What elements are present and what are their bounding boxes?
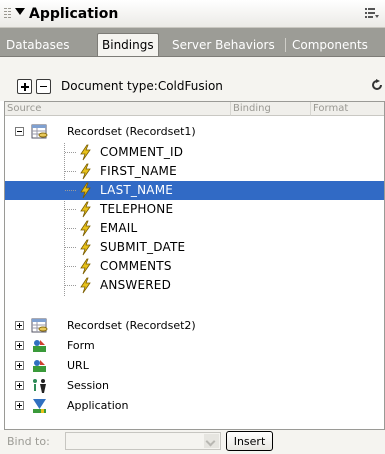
field-label: FIRST_NAME	[100, 164, 177, 178]
tree-node-recordset1[interactable]: Recordset (Recordset1)	[5, 122, 384, 141]
tree-connector-h	[65, 285, 77, 286]
session-icon	[33, 379, 46, 393]
bindings-toolbar: Document type:ColdFusion	[0, 57, 385, 101]
column-header-format[interactable]: Format	[311, 102, 384, 116]
tab-bindings[interactable]: Bindings	[97, 33, 159, 56]
tree-node-url[interactable]: URL	[5, 356, 384, 375]
lightning-field-icon	[80, 182, 91, 199]
tree-field-row[interactable]: SUBMIT_DATE	[5, 238, 384, 257]
bind-to-label: Bind to:	[7, 435, 50, 448]
application-icon	[33, 399, 46, 413]
refresh-icon[interactable]	[371, 79, 383, 91]
expand-toggle[interactable]	[15, 341, 24, 350]
tree-node-recordset2[interactable]: Recordset (Recordset2)	[5, 316, 384, 335]
remove-binding-button[interactable]	[36, 79, 51, 94]
tree-connector-h	[65, 209, 77, 210]
add-binding-button[interactable]	[17, 79, 32, 94]
panel-grip-icon-2[interactable]	[8, 8, 11, 20]
application-label: Application	[67, 399, 129, 412]
lightning-field-icon	[80, 239, 91, 256]
column-header-binding[interactable]: Binding	[231, 102, 311, 116]
tree-field-row[interactable]: TELEPHONE	[5, 200, 384, 219]
field-label: LAST_NAME	[100, 183, 174, 197]
tree-field-row[interactable]: COMMENT_ID	[5, 143, 384, 162]
session-label: Session	[67, 379, 109, 392]
lightning-field-icon	[80, 277, 91, 294]
url-label: URL	[67, 359, 89, 372]
form-icon	[33, 340, 46, 352]
tree-connector-h	[65, 171, 77, 172]
column-header-source[interactable]: Source	[5, 102, 231, 116]
tree-connector-h	[65, 266, 77, 267]
bind-to-select[interactable]	[65, 432, 221, 450]
panel-title: Application	[29, 6, 119, 22]
document-type-label: Document type:ColdFusion	[61, 79, 223, 93]
form-label: Form	[67, 339, 95, 352]
tree-field-row-selected[interactable]: LAST_NAME	[5, 181, 384, 200]
recordset1-label: Recordset (Recordset1)	[67, 125, 196, 138]
tree-field-row[interactable]: FIRST_NAME	[5, 162, 384, 181]
field-label: ANSWERED	[100, 278, 172, 292]
insert-button[interactable]: Insert	[226, 431, 273, 451]
recordset-icon	[31, 124, 48, 139]
tree-connector-h	[65, 247, 77, 248]
lightning-field-icon	[80, 144, 91, 161]
field-label: EMAIL	[100, 221, 138, 235]
expand-toggle[interactable]	[15, 321, 24, 330]
expand-toggle[interactable]	[15, 381, 24, 390]
lightning-field-icon	[80, 258, 91, 275]
options-menu-icon[interactable]	[365, 7, 379, 19]
field-label: COMMENT_ID	[100, 145, 184, 159]
tree-node-session[interactable]: Session	[5, 376, 384, 395]
tab-components[interactable]: Components	[288, 34, 372, 56]
recordset-icon	[31, 318, 48, 333]
tree-field-row[interactable]: COMMENTS	[5, 257, 384, 276]
lightning-field-icon	[80, 220, 91, 237]
chevron-down-icon[interactable]	[204, 434, 219, 448]
recordset2-label: Recordset (Recordset2)	[67, 319, 196, 332]
tree-connector-h	[65, 190, 77, 191]
collapse-toggle[interactable]	[15, 127, 24, 136]
lightning-field-icon	[80, 163, 91, 180]
field-label: SUBMIT_DATE	[100, 240, 186, 254]
field-label: COMMENTS	[100, 259, 172, 273]
url-icon	[33, 360, 46, 372]
tree-connector-h	[65, 228, 77, 229]
tab-bar: Databases Bindings Server Behaviors Comp…	[0, 28, 385, 57]
tree-connector-h	[65, 152, 77, 153]
tree-field-row[interactable]: EMAIL	[5, 219, 384, 238]
panel-title-bar[interactable]: Application	[0, 0, 385, 28]
tab-separator	[285, 38, 286, 52]
bind-to-bar: Bind to: Insert	[0, 430, 385, 454]
field-label: TELEPHONE	[100, 202, 174, 216]
tree-node-form[interactable]: Form	[5, 336, 384, 355]
tab-databases[interactable]: Databases	[2, 34, 74, 56]
tree-node-application[interactable]: Application	[5, 396, 384, 415]
expand-toggle[interactable]	[15, 401, 24, 410]
collapse-arrow-icon[interactable]	[15, 8, 25, 15]
tab-server-behaviors[interactable]: Server Behaviors	[168, 34, 279, 56]
bindings-tree[interactable]: Source Binding Format Recordset (Records…	[4, 101, 385, 430]
lightning-field-icon	[80, 201, 91, 218]
tree-field-row[interactable]: ANSWERED	[5, 276, 384, 295]
panel-grip-icon[interactable]	[4, 8, 7, 20]
expand-toggle[interactable]	[15, 361, 24, 370]
